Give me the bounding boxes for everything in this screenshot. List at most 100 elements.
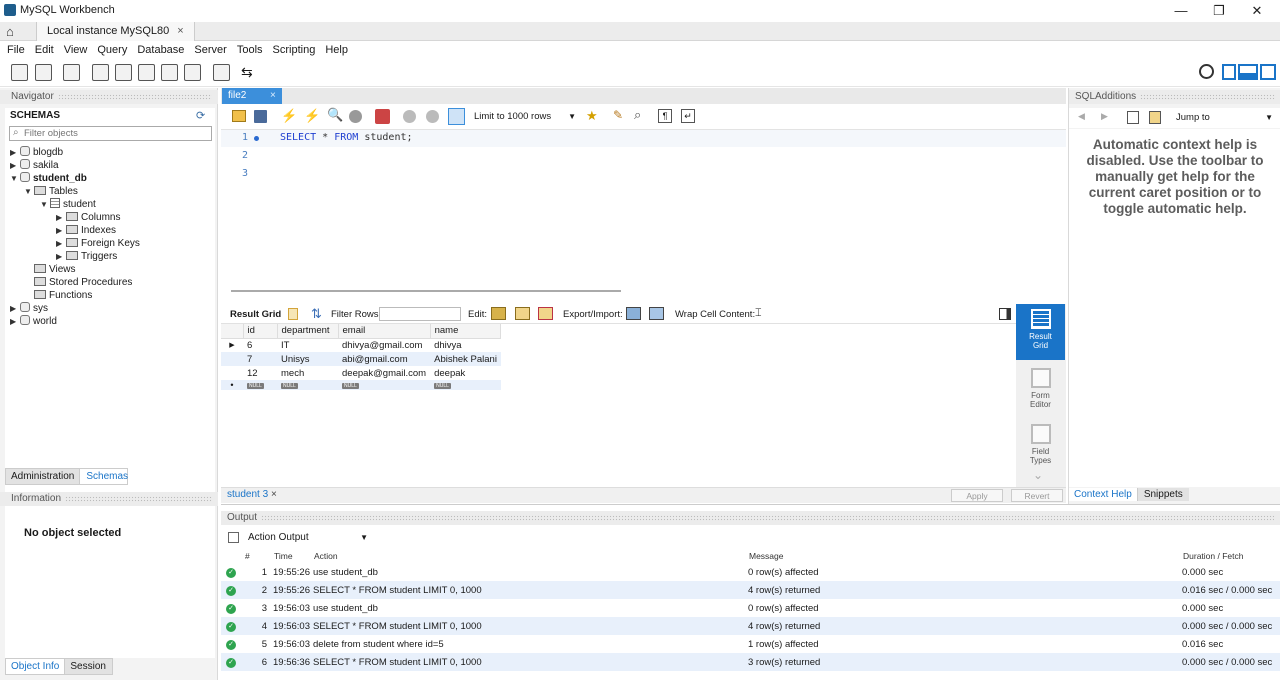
create-schema-icon[interactable] bbox=[92, 64, 109, 81]
output-row[interactable]: ✓ 2 19:55:26 SELECT * FROM student LIMIT… bbox=[221, 581, 1280, 599]
output-row[interactable]: ✓ 3 19:56:03 use student_db 0 row(s) aff… bbox=[221, 599, 1280, 617]
toggle-panel-icon[interactable] bbox=[999, 308, 1011, 320]
tab-session[interactable]: Session bbox=[65, 658, 114, 675]
explain-icon[interactable]: 🔍 bbox=[327, 107, 343, 123]
editor-tab-close-icon[interactable]: × bbox=[270, 88, 276, 104]
filter-objects-field[interactable]: ⌕ bbox=[9, 126, 212, 141]
edit-row-icon[interactable] bbox=[491, 307, 506, 320]
stop-icon[interactable] bbox=[349, 110, 362, 123]
menu-file[interactable]: File bbox=[0, 41, 30, 59]
table-row[interactable]: 7 Unisys abi@gmail.com Abishek Palani bbox=[221, 352, 501, 366]
tab-schemas[interactable]: Schemas bbox=[80, 468, 129, 485]
tree-tables[interactable]: ▼ Tables bbox=[10, 185, 210, 198]
tab-context-help[interactable]: Context Help bbox=[1069, 488, 1137, 501]
expand-icon[interactable]: ▶ bbox=[56, 237, 66, 250]
toggle-sidebar-icon[interactable] bbox=[1222, 64, 1236, 80]
collapse-icon[interactable]: ▼ bbox=[24, 185, 34, 198]
table-cell[interactable]: 12 bbox=[243, 366, 277, 380]
create-procedure-icon[interactable] bbox=[161, 64, 178, 81]
menu-help[interactable]: Help bbox=[320, 41, 353, 59]
table-cell[interactable]: dhivya@gmail.com bbox=[338, 338, 430, 352]
toggle-output-icon[interactable] bbox=[1238, 64, 1258, 80]
expand-icon[interactable]: ▶ bbox=[56, 211, 66, 224]
open-sql-script-icon[interactable] bbox=[35, 64, 52, 81]
create-function-icon[interactable] bbox=[184, 64, 201, 81]
schema-sakila[interactable]: ▶ sakila bbox=[10, 159, 210, 172]
settings-icon[interactable] bbox=[1199, 64, 1214, 79]
toggle-secondary-sidebar-icon[interactable] bbox=[1260, 64, 1276, 80]
schema-world[interactable]: ▶ world bbox=[10, 315, 210, 328]
result-grid-icon[interactable] bbox=[288, 308, 298, 320]
table-cell[interactable]: NULL bbox=[243, 380, 277, 390]
output-row[interactable]: ✓ 6 19:56:36 SELECT * FROM student LIMIT… bbox=[221, 653, 1280, 671]
autocommit-icon[interactable] bbox=[448, 108, 465, 125]
filter-objects-input[interactable] bbox=[24, 127, 209, 140]
menu-database[interactable]: Database bbox=[132, 41, 189, 59]
tree-table-student[interactable]: ▼ student bbox=[10, 198, 210, 211]
menu-query[interactable]: Query bbox=[92, 41, 132, 59]
insert-row-icon[interactable] bbox=[515, 307, 530, 320]
connection-tab-close-icon[interactable]: × bbox=[177, 25, 183, 37]
table-cell[interactable]: Abishek Palani bbox=[430, 352, 501, 366]
result-grid-view-button[interactable]: Result Grid bbox=[1016, 304, 1065, 360]
create-view-icon[interactable] bbox=[138, 64, 155, 81]
tree-foreign-keys[interactable]: ▶ Foreign Keys bbox=[10, 237, 210, 250]
refresh-icon[interactable]: ⟳ bbox=[196, 109, 205, 122]
tree-functions[interactable]: Functions bbox=[10, 289, 210, 302]
column-header[interactable]: id bbox=[243, 324, 278, 338]
tree-stored-procedures[interactable]: Stored Procedures bbox=[10, 276, 210, 289]
back-icon[interactable]: ◀ bbox=[1078, 111, 1085, 122]
expand-icon[interactable]: ▶ bbox=[10, 159, 20, 172]
tree-indexes[interactable]: ▶ Indexes bbox=[10, 224, 210, 237]
menu-edit[interactable]: Edit bbox=[30, 41, 59, 59]
menu-server[interactable]: Server bbox=[189, 41, 231, 59]
result-tab-close-icon[interactable]: × bbox=[271, 489, 277, 500]
schema-blogdb[interactable]: ▶ blogdb bbox=[10, 146, 210, 159]
wrap-lines-icon[interactable]: ↵ bbox=[681, 109, 695, 123]
forward-icon[interactable]: ▶ bbox=[1101, 111, 1108, 122]
close-window-button[interactable]: ✕ bbox=[1242, 2, 1272, 20]
expand-icon[interactable]: ▶ bbox=[10, 302, 20, 315]
table-cell[interactable]: Unisys bbox=[277, 352, 338, 366]
schema-sys[interactable]: ▶ sys bbox=[10, 302, 210, 315]
execute-current-icon[interactable]: ⚡ bbox=[304, 108, 320, 124]
connection-tab[interactable]: Local instance MySQL80 × bbox=[36, 22, 195, 41]
scroll-down-icon[interactable]: ⌄ bbox=[1033, 468, 1043, 482]
rollback-icon[interactable] bbox=[426, 110, 439, 123]
output-row[interactable]: ✓ 5 19:56:03 delete from student where i… bbox=[221, 635, 1280, 653]
wrap-cell-icon[interactable]: ⌶ bbox=[755, 307, 762, 320]
expand-icon[interactable]: ▶ bbox=[56, 250, 66, 263]
table-cell[interactable]: NULL bbox=[277, 380, 338, 390]
column-header[interactable]: email bbox=[338, 324, 431, 338]
output-row[interactable]: ✓ 4 19:56:03 SELECT * FROM student LIMIT… bbox=[221, 617, 1280, 635]
schema-student-db[interactable]: ▼ student_db bbox=[10, 172, 210, 185]
editor-tab-file2[interactable]: file2 × bbox=[222, 88, 282, 104]
result-tab-student-3[interactable]: student 3 × bbox=[227, 489, 277, 500]
import-icon[interactable] bbox=[649, 307, 664, 320]
table-cell[interactable]: abi@gmail.com bbox=[338, 352, 430, 366]
tab-administration[interactable]: Administration bbox=[5, 468, 81, 485]
export-icon[interactable] bbox=[626, 307, 641, 320]
table-cell[interactable]: 7 bbox=[243, 352, 277, 366]
output-row[interactable]: ✓ 1 19:55:26 use student_db 0 row(s) aff… bbox=[221, 563, 1280, 581]
expand-icon[interactable]: ▶ bbox=[10, 315, 20, 328]
table-cell[interactable]: deepak@gmail.com bbox=[338, 366, 430, 380]
copy-icon[interactable] bbox=[228, 532, 239, 543]
new-sql-tab-icon[interactable] bbox=[11, 64, 28, 81]
menu-scripting[interactable]: Scripting bbox=[268, 41, 321, 59]
commit-icon[interactable] bbox=[403, 110, 416, 123]
table-cell[interactable]: NULL bbox=[338, 380, 430, 390]
horizontal-scrollbar[interactable] bbox=[231, 290, 621, 292]
reconnect-icon[interactable]: ⇆ bbox=[241, 64, 258, 81]
menu-tools[interactable]: Tools bbox=[232, 41, 268, 59]
filter-rows-input[interactable] bbox=[379, 307, 461, 321]
table-cell[interactable]: deepak bbox=[430, 366, 501, 380]
delete-row-icon[interactable] bbox=[538, 307, 553, 320]
collapse-icon[interactable]: ▼ bbox=[40, 198, 50, 211]
minimize-button[interactable]: — bbox=[1166, 2, 1196, 20]
table-cell[interactable]: dhivya bbox=[430, 338, 501, 352]
table-row[interactable]: ▶ 6 IT dhivya@gmail.com dhivya bbox=[221, 338, 501, 352]
new-row[interactable]: • NULL NULL NULL NULL bbox=[221, 380, 501, 390]
refresh-result-icon[interactable]: ⇅ bbox=[311, 306, 322, 322]
table-cell[interactable]: 6 bbox=[243, 338, 277, 352]
